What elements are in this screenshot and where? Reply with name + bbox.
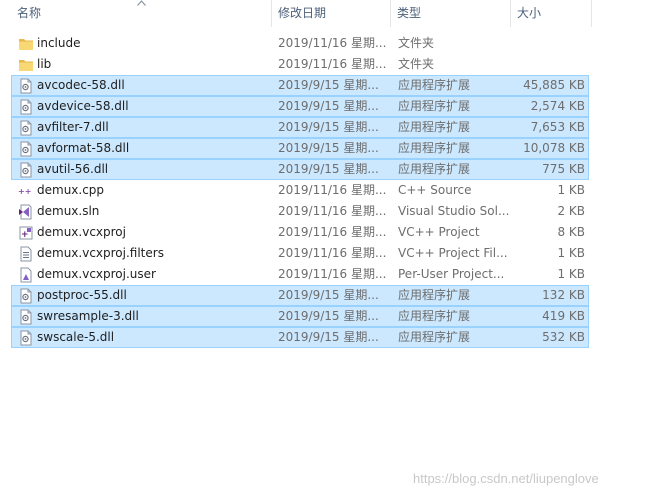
column-divider[interactable] <box>591 0 592 27</box>
column-header-size[interactable]: 大小 <box>511 0 591 27</box>
file-row[interactable]: avutil-56.dll 2019/9/15 星期... 应用程序扩展 775 KB <box>11 159 589 180</box>
vcxproj-icon: + <box>18 225 34 241</box>
file-type: VC++ Project Fil... <box>398 246 508 260</box>
file-date-modified: 2019/9/15 星期... <box>278 99 379 113</box>
file-name: demux.vcxproj.user <box>37 267 156 281</box>
dll-icon <box>18 141 34 157</box>
file-type: 应用程序扩展 <box>398 288 471 302</box>
filters-icon <box>18 246 34 262</box>
file-type: Visual Studio Sol... <box>398 204 510 218</box>
user-file-icon <box>18 267 34 283</box>
file-date-modified: 2019/9/15 星期... <box>278 141 379 155</box>
column-header-date[interactable]: 修改日期 <box>272 0 390 27</box>
dll-icon <box>18 309 34 325</box>
file-date-modified: 2019/11/16 星期... <box>278 204 387 218</box>
file-type: 应用程序扩展 <box>398 99 471 113</box>
file-date-modified: 2019/9/15 星期... <box>278 309 379 323</box>
column-header-type[interactable]: 类型 <box>391 0 510 27</box>
file-type: 文件夹 <box>398 57 435 71</box>
sln-icon <box>18 204 34 220</box>
file-date-modified: 2019/11/16 星期... <box>278 36 387 50</box>
dll-icon <box>18 288 34 304</box>
file-size: 2 KB <box>557 204 585 218</box>
dll-icon <box>18 330 34 346</box>
file-name: demux.vcxproj <box>37 225 126 239</box>
file-date-modified: 2019/9/15 星期... <box>278 78 379 92</box>
file-row[interactable]: avcodec-58.dll 2019/9/15 星期... 应用程序扩展 45,88… <box>11 75 589 96</box>
file-name: swscale-5.dll <box>37 330 115 344</box>
file-date-modified: 2019/11/16 星期... <box>278 183 387 197</box>
file-name: avformat-58.dll <box>37 141 130 155</box>
file-date-modified: 2019/9/15 星期... <box>278 162 379 176</box>
file-row[interactable]: include 2019/11/16 星期... 文件夹 <box>11 33 589 54</box>
file-name: avcodec-58.dll <box>37 78 125 92</box>
file-row[interactable]: postproc-55.dll 2019/9/15 星期... 应用程序扩展 132 … <box>11 285 589 306</box>
file-date-modified: 2019/11/16 星期... <box>278 57 387 71</box>
file-name: demux.sln <box>37 204 100 218</box>
file-date-modified: 2019/9/15 星期... <box>278 330 379 344</box>
file-type: 应用程序扩展 <box>398 162 471 176</box>
file-type: 应用程序扩展 <box>398 120 471 134</box>
file-row[interactable]: demux.vcxproj.filters 2019/11/16 星期... VC+… <box>11 243 589 264</box>
svg-text:++: ++ <box>18 187 31 196</box>
file-name: demux.vcxproj.filters <box>37 246 164 260</box>
folder-icon <box>18 57 34 73</box>
file-size: 132 KB <box>542 288 585 302</box>
file-name: avutil-56.dll <box>37 162 109 176</box>
file-row[interactable]: swscale-5.dll 2019/9/15 星期... 应用程序扩展 532 KB <box>11 327 589 348</box>
file-row[interactable]: avformat-58.dll 2019/9/15 星期... 应用程序扩展 10,0… <box>11 138 589 159</box>
file-row[interactable]: avfilter-7.dll 2019/9/15 星期... 应用程序扩展 7,653… <box>11 117 589 138</box>
file-row[interactable]: avdevice-58.dll 2019/9/15 星期... 应用程序扩展 2,57… <box>11 96 589 117</box>
file-type: 应用程序扩展 <box>398 141 471 155</box>
file-size: 2,574 KB <box>530 99 585 113</box>
file-size: 532 KB <box>542 330 585 344</box>
file-row[interactable]: lib 2019/11/16 星期... 文件夹 <box>11 54 589 75</box>
file-type: 应用程序扩展 <box>398 78 471 92</box>
file-size: 10,078 KB <box>523 141 585 155</box>
file-name: avdevice-58.dll <box>37 99 129 113</box>
file-name: postproc-55.dll <box>37 288 127 302</box>
file-size <box>508 55 585 74</box>
file-name: swresample-3.dll <box>37 309 139 323</box>
file-size: 1 KB <box>557 183 585 197</box>
file-size: 419 KB <box>542 309 585 323</box>
dll-icon <box>18 120 34 136</box>
file-date-modified: 2019/11/16 星期... <box>278 267 387 281</box>
file-date-modified: 2019/11/16 星期... <box>278 246 387 260</box>
column-header-name[interactable]: 名称 <box>11 0 271 27</box>
file-row[interactable]: swresample-3.dll 2019/9/15 星期... 应用程序扩展 419… <box>11 306 589 327</box>
file-type: 应用程序扩展 <box>398 309 471 323</box>
file-list: include 2019/11/16 星期... 文件夹 lib 2019/11/16 … <box>11 33 589 348</box>
file-size: 45,885 KB <box>523 78 585 92</box>
file-type: 文件夹 <box>398 36 435 50</box>
file-name: demux.cpp <box>37 183 105 197</box>
file-type: Per-User Project... <box>398 267 505 281</box>
file-size: 8 KB <box>557 225 585 239</box>
file-type: C++ Source <box>398 183 472 197</box>
file-size <box>508 34 585 53</box>
file-name: lib <box>37 57 52 71</box>
watermark: https://blog.csdn.net/liupenglove <box>413 471 599 486</box>
dll-icon <box>18 99 34 115</box>
dll-icon <box>18 78 34 94</box>
file-date-modified: 2019/9/15 星期... <box>278 120 379 134</box>
file-row[interactable]: + demux.vcxproj 2019/11/16 星期... VC++ Proje… <box>11 222 589 243</box>
file-size: 7,653 KB <box>530 120 585 134</box>
dll-icon <box>18 162 34 178</box>
file-size: 775 KB <box>542 162 585 176</box>
file-row[interactable]: ++ demux.cpp 2019/11/16 星期... C++ Source 1 K… <box>11 180 589 201</box>
file-type: 应用程序扩展 <box>398 330 471 344</box>
file-name: avfilter-7.dll <box>37 120 109 134</box>
file-type: VC++ Project <box>398 225 480 239</box>
file-row[interactable]: demux.vcxproj.user 2019/11/16 星期... Per-Us… <box>11 264 589 285</box>
column-header-bar: 名称 修改日期 类型 大小 <box>0 0 592 27</box>
cpp-icon: ++ <box>18 183 34 199</box>
file-row[interactable]: demux.sln 2019/11/16 星期... Visual Studio S… <box>11 201 589 222</box>
folder-icon <box>18 36 34 52</box>
file-size: 1 KB <box>557 267 585 281</box>
file-date-modified: 2019/9/15 星期... <box>278 288 379 302</box>
file-size: 1 KB <box>557 246 585 260</box>
file-name: include <box>37 36 81 50</box>
file-date-modified: 2019/11/16 星期... <box>278 225 387 239</box>
